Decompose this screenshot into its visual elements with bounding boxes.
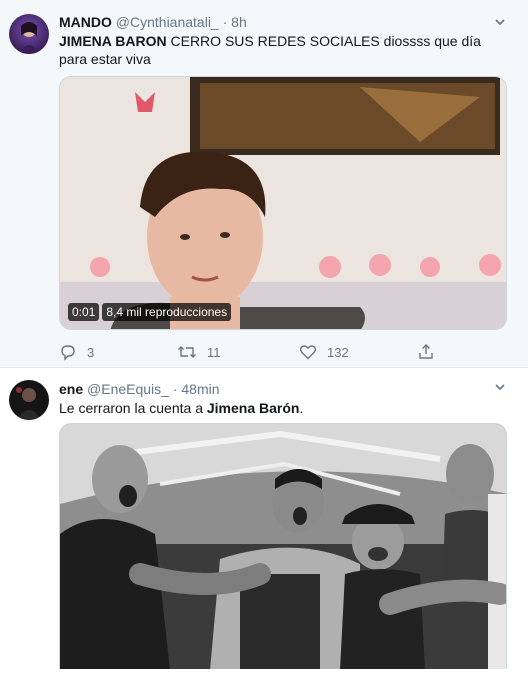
- like-count: 132: [327, 344, 349, 360]
- video-player[interactable]: 0:01 8,4 mil reproducciones: [59, 76, 507, 330]
- avatar[interactable]: [9, 14, 49, 54]
- tweet-photo[interactable]: [59, 423, 507, 669]
- video-info: 0:01 8,4 mil reproducciones: [68, 303, 232, 321]
- display-name[interactable]: MANDO: [59, 14, 112, 30]
- retweet-icon: [178, 346, 196, 358]
- reply-count: 3: [87, 344, 95, 360]
- tweet-actions: 3 11 132: [59, 342, 459, 362]
- share-button[interactable]: [417, 342, 445, 362]
- retweet-button[interactable]: 11: [177, 342, 221, 362]
- avatar[interactable]: [9, 380, 49, 420]
- tweet-body: Le cerraron la cuenta a: [59, 400, 207, 416]
- reply-icon: [61, 345, 75, 361]
- tweet-text: JIMENA BARON CERRO SUS REDES SOCIALES di…: [59, 32, 499, 68]
- video-duration: 0:01: [68, 303, 100, 321]
- handle[interactable]: @Cynthianatali_: [116, 14, 219, 30]
- tweet[interactable]: ene @EneEquis_ · 48min Le cerraron la cu…: [0, 369, 528, 675]
- mention-text: Jimena Barón: [206, 400, 300, 416]
- tweet[interactable]: MANDO @Cynthianatali_ · 8h JIMENA BARON …: [0, 0, 528, 368]
- retweet-count: 11: [207, 344, 221, 360]
- handle[interactable]: @EneEquis_: [87, 381, 169, 397]
- chevron-down-icon[interactable]: [494, 381, 506, 393]
- timestamp[interactable]: · 48min: [169, 381, 220, 397]
- share-icon: [419, 344, 433, 359]
- reply-button[interactable]: 3: [59, 342, 94, 362]
- tweet-punctuation: .: [299, 400, 304, 416]
- tweet-header: ene @EneEquis_ · 48min: [59, 381, 220, 399]
- timestamp[interactable]: · 8h: [219, 14, 247, 30]
- display-name[interactable]: ene: [59, 381, 83, 397]
- chevron-down-icon[interactable]: [494, 16, 506, 28]
- photo-image: [60, 424, 506, 669]
- tweet-header: MANDO @Cynthianatali_ · 8h: [59, 14, 247, 32]
- mention-text: JIMENA BARON: [59, 33, 167, 49]
- like-button[interactable]: 132: [299, 342, 349, 362]
- timeline: MANDO @Cynthianatali_ · 8h JIMENA BARON …: [0, 0, 528, 675]
- heart-icon: [299, 345, 317, 360]
- video-views: 8,4 mil reproducciones: [102, 303, 232, 321]
- tweet-text: Le cerraron la cuenta a Jimena Barón.: [59, 399, 499, 417]
- video-thumbnail[interactable]: [60, 77, 507, 330]
